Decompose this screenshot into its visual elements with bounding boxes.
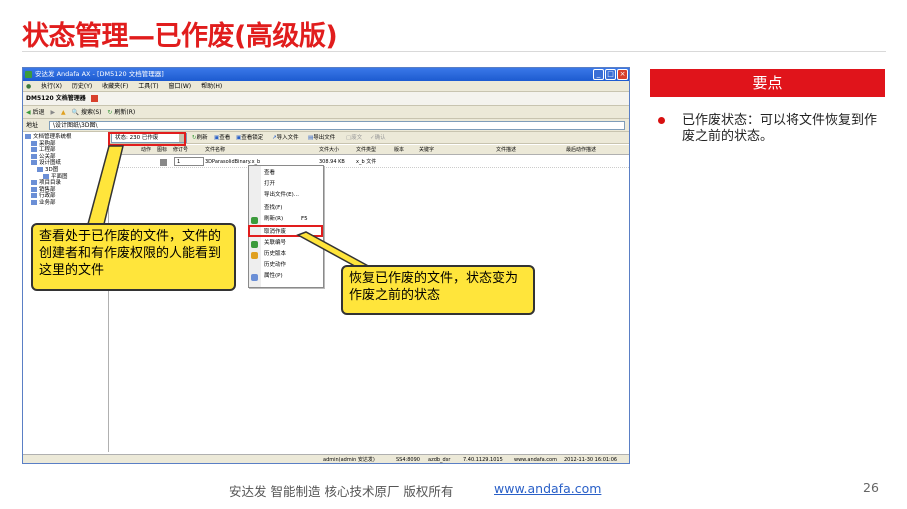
minimize-icon[interactable]: _ — [593, 69, 604, 80]
window-titlebar: 安达发 Andafa AX - [DM5120 文档管理器] _ □ × — [23, 68, 629, 81]
menubar: ● 执行(X) 历史(Y) 收藏夹(F) 工具(T) 窗口(W) 帮助(H) — [23, 81, 629, 92]
column-header[interactable]: 文件大小 — [319, 145, 339, 155]
tree-item[interactable]: 工程部 — [25, 147, 106, 154]
maximize-icon[interactable]: □ — [605, 69, 616, 80]
tree-item[interactable]: 平面图 — [25, 173, 106, 181]
search-icon[interactable]: 🔍 — [72, 109, 79, 116]
close-icon[interactable]: × — [617, 69, 628, 80]
column-header[interactable]: 动作 — [141, 145, 151, 155]
back-icon[interactable]: ◀ — [26, 109, 31, 116]
refresh-button[interactable]: 刷新(R) — [114, 109, 135, 116]
window-title: 安达发 Andafa AX - [DM5120 文档管理器] — [35, 70, 164, 78]
column-header[interactable]: 类型 — [112, 145, 122, 155]
menu-item[interactable]: 窗口(W) — [169, 83, 192, 90]
forward-icon[interactable]: ▶ — [50, 109, 55, 116]
search-button[interactable]: 搜索(S) — [81, 109, 102, 116]
menu-history-action[interactable]: 历史动作 — [264, 260, 286, 271]
export-file-button[interactable]: ▤导出文件 — [308, 132, 335, 144]
properties-icon — [251, 274, 258, 281]
tree-item[interactable]: 设计图纸 — [25, 160, 106, 167]
app-logo-icon — [25, 71, 32, 78]
menu-open[interactable]: 打开 — [264, 179, 275, 190]
tab-close-icon[interactable] — [90, 95, 98, 102]
column-header[interactable]: 图标 — [157, 145, 167, 155]
refresh-icon — [251, 217, 258, 224]
key-points-heading: 要点 — [650, 69, 885, 97]
link-icon — [251, 241, 258, 248]
key-point-text: 已作废状态：可以将文件恢复到作废之前的状态。 — [682, 113, 878, 144]
left-callout: 查看处于已作废的文件，文件的创建者和有作废权限的人能看到这里的文件 — [31, 223, 236, 291]
file-icon — [160, 159, 167, 166]
menu-properties[interactable]: 属性(P) — [264, 271, 283, 282]
tree-item[interactable]: 销售部 — [25, 186, 106, 194]
column-header[interactable]: 关键字 — [419, 145, 434, 155]
grid-header: 类型 动作 图标 修订号 文件名称 文件大小 文件类型 版本 关键字 文件描述 … — [110, 145, 629, 155]
menu-item[interactable]: 执行(X) — [41, 83, 62, 90]
confirm-button[interactable]: ✓确认 — [370, 132, 386, 144]
tree-item[interactable]: 公关部 — [25, 153, 106, 161]
document-tab[interactable]: DM5120 文档管理器 — [23, 92, 629, 106]
table-row[interactable]: 1 3DParasolidBinary.x_b 308.94 KB x_b 文件 — [110, 157, 629, 168]
tree-item[interactable]: 文档管理系统根 — [25, 134, 106, 141]
menu-item[interactable]: 历史(Y) — [72, 83, 92, 90]
refresh-icon[interactable]: ↻ — [107, 109, 112, 116]
column-header[interactable]: 文件类型 — [356, 145, 376, 155]
column-header[interactable]: 文件名称 — [205, 145, 225, 155]
cancel-void-highlight — [248, 225, 323, 237]
menu-refresh[interactable]: 刷新(R) — [264, 214, 283, 225]
menu-view[interactable]: 查看 — [264, 168, 275, 179]
address-input[interactable]: \设计图纸\3D图\ — [49, 121, 625, 130]
footer-link[interactable]: www.andafa.com — [494, 481, 601, 496]
status-db: azdb_dsr — [428, 457, 451, 463]
address-label: 地址 — [26, 122, 39, 129]
file-toolbar: 状态: 230 已作废 ↻刷新 ▣查看 ▣查看锁定 ↗导入文件 ▤导出文件 ▢废… — [110, 132, 629, 144]
menu-item[interactable]: 帮助(H) — [201, 83, 222, 90]
menu-item[interactable]: 收藏夹(F) — [102, 83, 128, 90]
column-header[interactable]: 修订号 — [173, 145, 188, 155]
history-icon — [251, 252, 258, 259]
filetype-cell: x_b 文件 — [356, 159, 377, 165]
revision-cell: 1 — [174, 157, 204, 166]
column-header[interactable]: 版本 — [394, 145, 404, 155]
page-number: 26 — [863, 480, 879, 495]
menu-find[interactable]: 查找(F) — [264, 203, 282, 214]
tree-item[interactable]: 业务部 — [25, 199, 106, 207]
menu-link-number[interactable]: 关联编号 — [264, 238, 286, 249]
address-bar: 地址 \设计图纸\3D图\ — [23, 119, 629, 132]
menu-export[interactable]: 导出文件(E)... — [264, 190, 299, 201]
menu-history-version[interactable]: 历史版本 — [264, 249, 286, 260]
slide-title: 状态管理—已作废(高级版) — [22, 21, 338, 52]
view-button[interactable]: ▣查看 — [214, 132, 230, 144]
menu-item[interactable]: 工具(T) — [138, 83, 158, 90]
status-user: admin(admin 安达发) — [323, 457, 375, 463]
back-button[interactable]: 后退 — [33, 109, 45, 116]
up-folder-icon[interactable]: ▲ — [61, 109, 66, 116]
tree-item[interactable]: 采购部 — [25, 140, 106, 148]
navigation-bar: ◀ 后退 ▶ ▲ 🔍 搜索(S) ↻ 刷新(R) — [23, 106, 629, 119]
view-lock-button[interactable]: ▣查看锁定 — [236, 132, 263, 144]
import-file-button[interactable]: ↗导入文件 — [272, 132, 299, 144]
status-datetime: 2012-11-30 16:01:06 — [564, 457, 618, 463]
title-divider — [22, 51, 886, 52]
status-site: www.andafa.com — [514, 457, 557, 463]
status-select-highlight — [108, 132, 186, 146]
bullet-icon — [658, 117, 665, 124]
void-button[interactable]: ▢废文 — [346, 132, 362, 144]
footer-copyright: 安达发 智能制造 核心技术原厂 版权所有 — [229, 484, 454, 499]
right-callout: 恢复已作废的文件，状态变为作废之前的状态 — [341, 265, 535, 315]
status-version: 7.40.1129.1015 — [463, 457, 503, 463]
status-bar: admin(admin 安达发) SS4:8090 azdb_dsr 7.40.… — [23, 454, 629, 463]
document-tab-label: DM5120 文档管理器 — [26, 95, 86, 102]
refresh-shortcut: F5 — [301, 216, 308, 222]
app-menu-icon[interactable]: ● — [26, 83, 31, 90]
folder-tree: 文档管理系统根 采购部 工程部 公关部 设计图纸 3D图 平面图 项目目录 销售… — [23, 132, 109, 452]
tree-item[interactable]: 项目目录 — [25, 180, 106, 187]
column-header[interactable]: 文件描述 — [496, 145, 516, 155]
column-header[interactable]: 最后动作描述 — [566, 145, 596, 155]
tree-item[interactable]: 3D图 — [25, 166, 106, 174]
status-server: SS4:8090 — [396, 457, 420, 463]
tree-item[interactable]: 行政部 — [25, 193, 106, 200]
refresh-files-button[interactable]: ↻刷新 — [192, 132, 208, 144]
